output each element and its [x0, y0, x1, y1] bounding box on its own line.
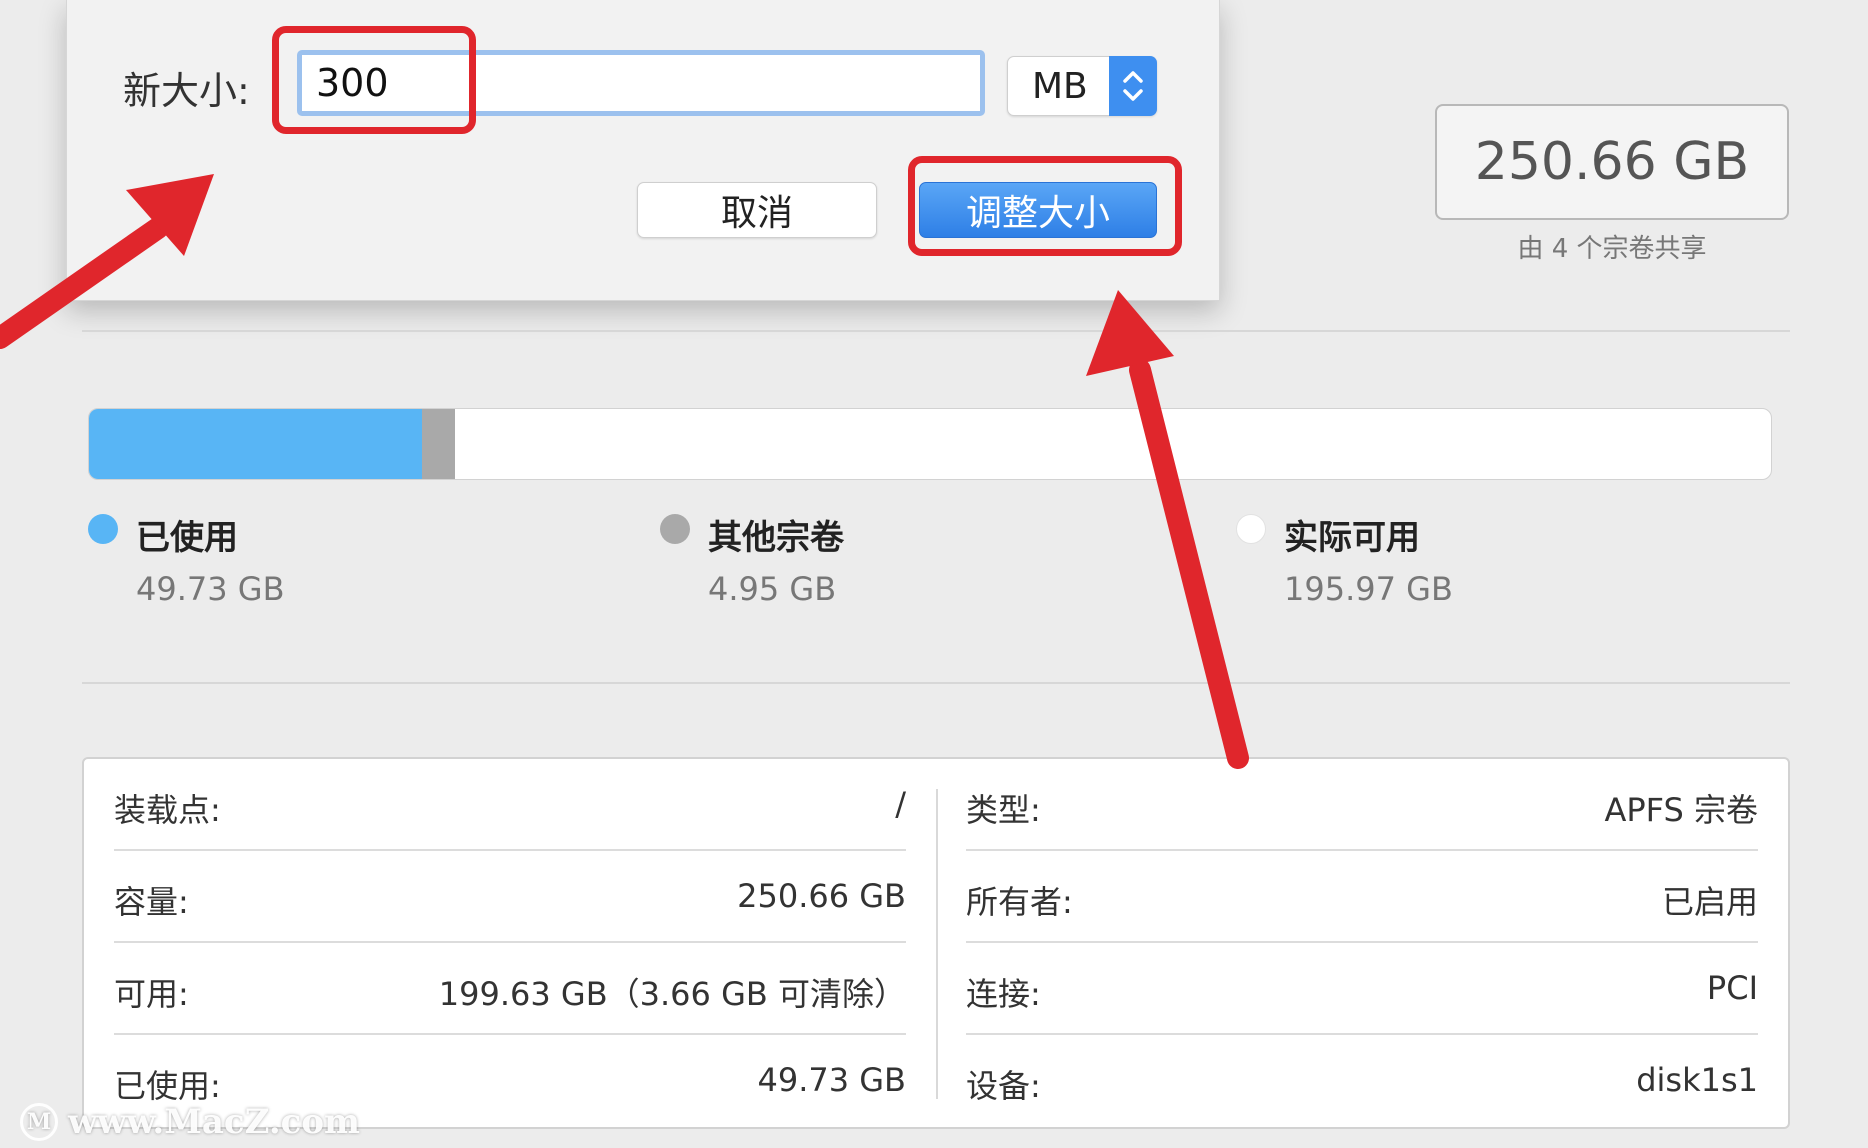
- info-value: /: [895, 785, 906, 823]
- info-key: 连接:: [966, 975, 1041, 1013]
- info-row-capacity: 容量: 250.66 GB: [114, 851, 906, 943]
- info-value: disk1s1: [1636, 1061, 1758, 1099]
- info-value: PCI: [1706, 969, 1758, 1007]
- divider: [82, 682, 1790, 684]
- info-row-mount-point: 装载点: /: [114, 759, 906, 851]
- info-key: 类型:: [966, 791, 1041, 829]
- capacity-box: 250.66 GB: [1435, 104, 1789, 220]
- new-size-label: 新大小:: [123, 69, 250, 113]
- info-row-connection: 连接: PCI: [966, 943, 1758, 1035]
- legend-available-label: 实际可用: [1284, 518, 1420, 558]
- info-value: APFS 宗卷: [1604, 791, 1758, 829]
- shared-volumes-note: 由 4 个宗卷共享: [1517, 234, 1707, 264]
- legend-other-volumes-value: 4.95 GB: [708, 570, 837, 608]
- resize-sheet: 新大小: MB 取消 调整大小: [66, 0, 1220, 301]
- new-size-input[interactable]: [297, 50, 985, 116]
- legend-other-volumes-label: 其他宗卷: [708, 518, 844, 558]
- divider: [82, 330, 1790, 332]
- unit-select[interactable]: MB: [1007, 56, 1157, 116]
- legend-used-label: 已使用: [136, 518, 238, 558]
- info-value: 49.73 GB: [757, 1061, 906, 1099]
- info-key: 已使用:: [114, 1067, 221, 1105]
- info-value: 已启用: [1661, 883, 1758, 921]
- info-row-type: 类型: APFS 宗卷: [966, 759, 1758, 851]
- usage-bar: [88, 408, 1772, 480]
- arrow-to-resize-button-icon: [1086, 290, 1249, 769]
- usage-bar-other-segment: [422, 409, 455, 479]
- info-row-device: 设备: disk1s1: [966, 1035, 1758, 1127]
- info-value: 250.66 GB: [737, 877, 906, 915]
- usage-bar-used-segment: [89, 409, 422, 479]
- watermark-text: www.MacZ.com: [68, 1102, 361, 1142]
- capacity-value: 250.66 GB: [1474, 132, 1750, 192]
- column-divider: [936, 789, 938, 1099]
- info-key: 可用:: [114, 975, 189, 1013]
- other-volumes-dot-icon: [660, 514, 690, 544]
- info-key: 装载点:: [114, 791, 221, 829]
- legend-used-value: 49.73 GB: [136, 570, 285, 608]
- resize-button[interactable]: 调整大小: [919, 182, 1157, 238]
- info-row-owners: 所有者: 已启用: [966, 851, 1758, 943]
- unit-value: MB: [1032, 66, 1088, 107]
- info-row-available: 可用: 199.63 GB（3.66 GB 可清除）: [114, 943, 906, 1035]
- watermark-logo-icon: M: [20, 1103, 58, 1141]
- legend-available-value: 195.97 GB: [1284, 570, 1453, 608]
- info-key: 所有者:: [966, 883, 1073, 921]
- cancel-button[interactable]: 取消: [637, 182, 877, 238]
- used-dot-icon: [88, 514, 118, 544]
- info-table: 装载点: / 容量: 250.66 GB 可用: 199.63 GB（3.66 …: [82, 757, 1790, 1129]
- stepper-chevrons-icon[interactable]: [1109, 56, 1157, 116]
- info-key: 设备:: [966, 1067, 1041, 1105]
- info-value: 199.63 GB（3.66 GB 可清除）: [438, 975, 906, 1013]
- info-key: 容量:: [114, 883, 189, 921]
- watermark: M www.MacZ.com: [20, 1102, 360, 1142]
- available-dot-icon: [1236, 514, 1266, 544]
